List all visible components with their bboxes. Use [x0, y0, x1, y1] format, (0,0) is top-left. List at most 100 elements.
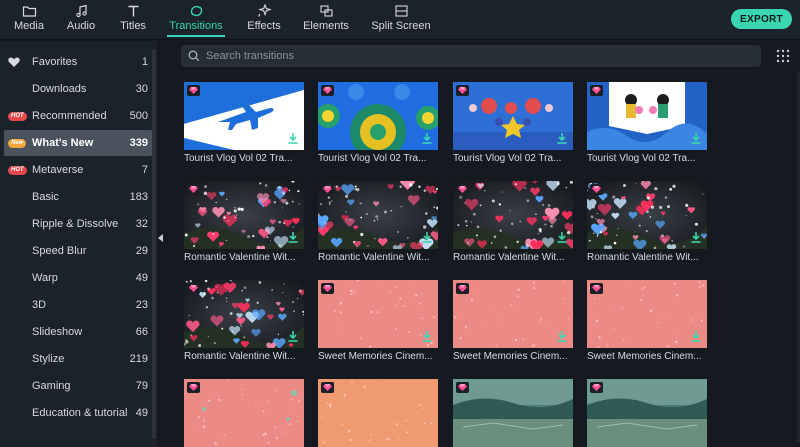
download-icon[interactable] [422, 331, 432, 345]
transition-thumbnail[interactable] [184, 280, 304, 348]
transition-label: Tourist Vlog Vol 02 Tra... [184, 153, 293, 164]
category-sidebar: Favorites 1 Downloads 30 HOT Recommended… [0, 41, 157, 447]
sidebar-item-label: Downloads [32, 83, 87, 95]
folder-icon [22, 6, 36, 17]
transition-label: Romantic Valentine Wit... [184, 351, 296, 362]
sidebar-item-education[interactable]: Education & tutorial 49 [4, 400, 152, 426]
sidebar-item-count: 30 [135, 83, 148, 95]
download-icon[interactable] [557, 232, 567, 246]
tab-elements[interactable]: Elements [303, 0, 349, 40]
download-icon[interactable] [288, 331, 298, 345]
tab-label: Titles [120, 20, 146, 32]
sparkle-icon [257, 4, 272, 17]
download-icon[interactable] [691, 133, 701, 147]
transition-thumbnail[interactable] [318, 181, 438, 249]
premium-diamond-icon [590, 85, 603, 96]
sidebar-item-count: 23 [135, 299, 148, 311]
transition-thumbnail[interactable] [587, 280, 707, 348]
premium-diamond-icon [456, 382, 469, 393]
hot-badge: HOT [8, 164, 27, 176]
tab-transitions[interactable]: Transitions [167, 0, 225, 40]
transition-thumbnail[interactable] [318, 379, 438, 447]
active-tab-underline [167, 35, 225, 37]
sidebar-scrollbar[interactable] [152, 49, 156, 439]
heart-icon [8, 56, 20, 68]
download-icon[interactable] [288, 133, 298, 147]
download-icon[interactable] [691, 331, 701, 345]
transition-thumbnail[interactable] [453, 82, 573, 150]
text-t-icon [128, 5, 138, 17]
premium-diamond-icon [321, 85, 334, 96]
transition-thumbnail[interactable] [184, 82, 304, 150]
tab-audio[interactable]: Audio [66, 0, 96, 40]
tab-label: Audio [66, 20, 96, 32]
transition-thumbnail[interactable] [587, 181, 707, 249]
sidebar-item-label: Basic [32, 191, 59, 203]
sidebar-item-downloads[interactable]: Downloads 30 [4, 76, 152, 102]
download-icon[interactable] [422, 133, 432, 147]
premium-diamond-icon [456, 85, 469, 96]
sidebar-item-label: 3D [32, 299, 47, 311]
tab-label: Transitions [169, 20, 223, 32]
transition-thumbnail[interactable] [318, 82, 438, 150]
sidebar-item-label: What's New [32, 137, 94, 149]
transition-thumbnail[interactable] [453, 379, 573, 447]
sidebar-item-label: Metaverse [32, 164, 84, 176]
tab-label: Media [14, 20, 44, 32]
tab-media[interactable]: Media [14, 0, 44, 40]
grid-view-icon[interactable] [776, 49, 790, 63]
split-screen-icon [394, 5, 408, 17]
sidebar-item-3d[interactable]: 3D 23 [4, 292, 152, 318]
premium-diamond-icon [321, 382, 334, 393]
transition-thumbnail[interactable] [587, 379, 707, 447]
sidebar-item-metaverse[interactable]: HOT Metaverse 7 [4, 157, 152, 183]
sidebar-item-count: 29 [135, 245, 148, 257]
sidebar-item-favorites[interactable]: Favorites 1 [4, 49, 152, 75]
sidebar-item-gaming[interactable]: Gaming 79 [4, 373, 152, 399]
transition-label: Sweet Memories Cinem... [318, 351, 433, 362]
sidebar-item-recommended[interactable]: HOT Recommended 500 [4, 103, 152, 129]
transition-thumbnail[interactable] [587, 82, 707, 150]
premium-diamond-icon [590, 382, 603, 393]
search-input[interactable] [206, 50, 726, 62]
sidebar-item-basic[interactable]: Basic 183 [4, 184, 152, 210]
search-bar[interactable] [181, 45, 761, 67]
sidebar-item-warp[interactable]: Warp 49 [4, 265, 152, 291]
sidebar-item-count: 49 [135, 272, 148, 284]
transition-label: Tourist Vlog Vol 02 Tra... [587, 153, 696, 164]
sidebar-item-slideshow[interactable]: Slideshow 66 [4, 319, 152, 345]
tab-label: Elements [303, 20, 349, 32]
sidebar-item-whats-new[interactable]: New What's New 339 [4, 130, 152, 156]
transition-thumbnail[interactable] [453, 280, 573, 348]
sidebar-item-label: Speed Blur [32, 245, 87, 257]
new-badge: New [8, 137, 27, 149]
download-icon[interactable] [557, 331, 567, 345]
download-icon[interactable] [557, 133, 567, 147]
sidebar-item-count: 79 [135, 380, 148, 392]
tab-split-screen[interactable]: Split Screen [371, 0, 431, 40]
collapse-sidebar-icon[interactable] [158, 234, 163, 242]
transition-thumbnail[interactable] [184, 181, 304, 249]
premium-diamond-icon [590, 283, 603, 294]
export-button[interactable]: EXPORT [731, 9, 792, 29]
premium-diamond-icon [187, 184, 200, 195]
premium-diamond-icon [456, 283, 469, 294]
tab-titles[interactable]: Titles [119, 0, 147, 40]
transition-thumbnail[interactable] [318, 280, 438, 348]
tab-effects[interactable]: Effects [247, 0, 281, 40]
transition-thumbnail[interactable] [453, 181, 573, 249]
sidebar-item-stylize[interactable]: Stylize 219 [4, 346, 152, 372]
sidebar-item-ripple-dissolve[interactable]: Ripple & Dissolve 32 [4, 211, 152, 237]
sidebar-item-count: 500 [129, 110, 148, 122]
premium-diamond-icon [321, 283, 334, 294]
download-icon[interactable] [422, 232, 432, 246]
sidebar-item-speed-blur[interactable]: Speed Blur 29 [4, 238, 152, 264]
transition-label: Tourist Vlog Vol 02 Tra... [453, 153, 562, 164]
sidebar-item-count: 219 [129, 353, 148, 365]
sidebar-item-label: Warp [32, 272, 58, 284]
premium-diamond-icon [187, 382, 200, 393]
download-icon[interactable] [691, 232, 701, 246]
transition-thumbnail[interactable] [184, 379, 304, 447]
sidebar-item-label: Education & tutorial [32, 407, 128, 419]
download-icon[interactable] [288, 232, 298, 246]
